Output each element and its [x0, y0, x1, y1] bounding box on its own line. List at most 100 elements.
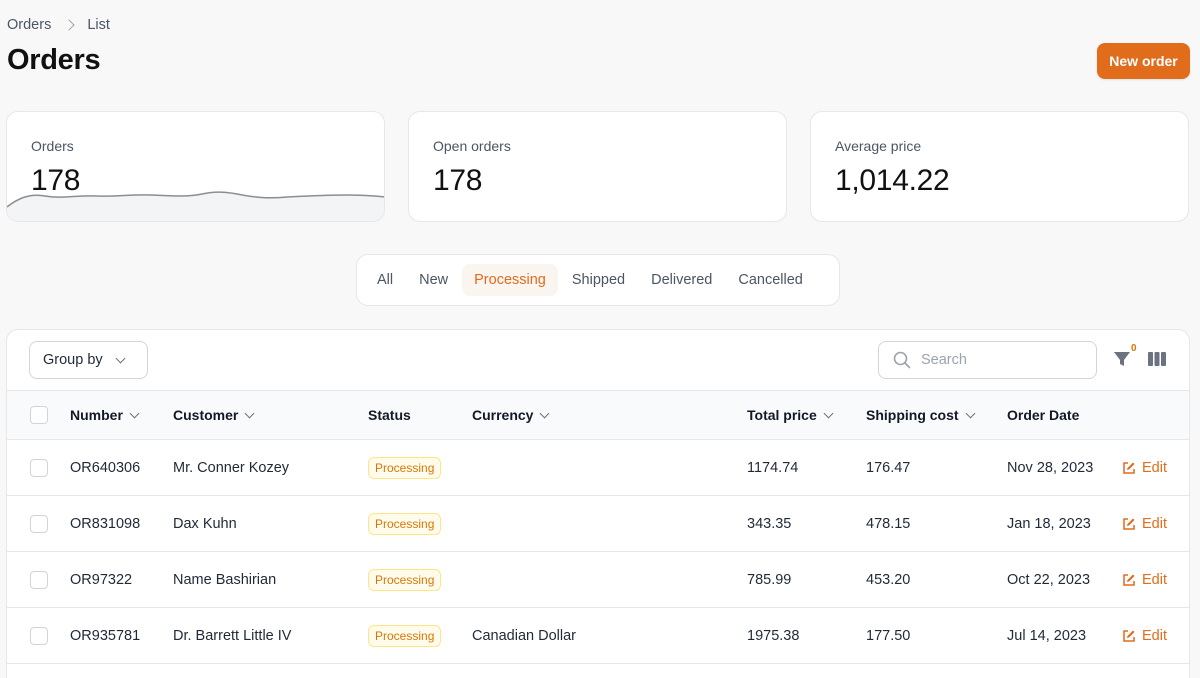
table-header: Number Customer Status Currency Total pr…: [7, 390, 1189, 440]
customer-name: Dr. Barrett Little IV: [173, 628, 292, 644]
group-by-label: Group by: [43, 352, 103, 368]
column-status: Status: [368, 391, 411, 439]
stat-card-orders: Orders 178: [6, 111, 385, 222]
column-label: Order Date: [1007, 407, 1080, 423]
customer-name: Name Bashirian: [173, 572, 277, 588]
edit-icon: [1123, 574, 1135, 586]
status-badge: Processing: [368, 569, 442, 591]
search-box: [878, 341, 1097, 379]
order-number: OR97322: [70, 572, 133, 588]
status-badge: Processing: [368, 457, 442, 479]
breadcrumb: Orders List: [7, 17, 110, 33]
shipping-cost: 177.50: [866, 628, 911, 644]
table-row[interactable]: OR640306 Mr. Conner Kozey Processing 117…: [7, 440, 1189, 496]
search-input[interactable]: [921, 352, 1081, 368]
column-label: Number: [70, 407, 123, 423]
chevron-down-icon: [129, 408, 140, 418]
stat-card-open-orders: Open orders 178: [408, 111, 787, 222]
column-label: Status: [368, 407, 411, 423]
column-currency[interactable]: Currency: [472, 391, 550, 439]
column-label: Shipping cost: [866, 407, 959, 423]
column-shipping-cost[interactable]: Shipping cost: [866, 391, 976, 439]
tab-all[interactable]: All: [365, 264, 405, 296]
chevron-down-icon: [115, 353, 126, 363]
row-checkbox[interactable]: [30, 459, 48, 477]
orders-sparkline: [7, 191, 384, 221]
filter-icon[interactable]: [1112, 349, 1132, 369]
order-date: Jan 18, 2023: [1007, 516, 1091, 532]
stat-label: Orders: [31, 138, 74, 154]
stat-label: Average price: [835, 138, 922, 154]
order-number: OR640306: [70, 460, 141, 476]
table-row[interactable]: OR97322 Name Bashirian Processing 785.99…: [7, 552, 1189, 608]
tab-processing[interactable]: Processing: [462, 264, 558, 296]
stat-label: Open orders: [433, 138, 511, 154]
edit-label: Edit: [1142, 572, 1167, 588]
total-price: 1174.74: [747, 460, 799, 476]
status-badge: Processing: [368, 625, 442, 647]
edit-label: Edit: [1142, 460, 1167, 476]
edit-button[interactable]: Edit: [1122, 552, 1167, 608]
order-number: OR935781: [70, 628, 141, 644]
currency: Canadian Dollar: [472, 628, 576, 644]
column-number[interactable]: Number: [70, 391, 140, 439]
chevron-down-icon: [965, 408, 976, 418]
row-checkbox[interactable]: [30, 571, 48, 589]
status-cell: Processing: [368, 608, 442, 664]
shipping-cost: 453.20: [866, 572, 911, 588]
row-checkbox[interactable]: [30, 627, 48, 645]
edit-button[interactable]: Edit: [1122, 608, 1167, 664]
order-date: Nov 28, 2023: [1007, 460, 1094, 476]
status-cell: Processing: [368, 440, 442, 496]
column-total-price[interactable]: Total price: [747, 391, 834, 439]
column-label: Total price: [747, 407, 817, 423]
order-date: Jul 14, 2023: [1007, 628, 1087, 644]
stat-card-average-price: Average price 1,014.22: [810, 111, 1189, 222]
table-row[interactable]: OR831098 Dax Kuhn Processing 343.35 478.…: [7, 496, 1189, 552]
filter-count-badge: 0: [1131, 343, 1137, 354]
status-badge: Processing: [368, 513, 442, 535]
total-price: 785.99: [747, 572, 792, 588]
edit-icon: [1123, 518, 1135, 530]
tab-cancelled[interactable]: Cancelled: [726, 264, 815, 296]
edit-button[interactable]: Edit: [1122, 496, 1167, 552]
new-order-button[interactable]: New order: [1097, 43, 1190, 79]
chevron-down-icon: [823, 408, 834, 418]
tab-delivered[interactable]: Delivered: [639, 264, 724, 296]
total-price: 343.35: [747, 516, 792, 532]
edit-button[interactable]: Edit: [1122, 440, 1167, 496]
tab-new[interactable]: New: [407, 264, 460, 296]
stat-value: 178: [433, 164, 483, 197]
order-number: OR831098: [70, 516, 141, 532]
column-label: Currency: [472, 407, 534, 423]
page-title: Orders: [7, 44, 101, 76]
status-cell: Processing: [368, 496, 442, 552]
chevron-down-icon: [244, 408, 255, 418]
edit-icon: [1123, 462, 1135, 474]
breadcrumb-list: List: [87, 17, 110, 33]
column-label: Customer: [173, 407, 239, 423]
customer-name: Mr. Conner Kozey: [173, 460, 290, 476]
stat-value: 1,014.22: [835, 164, 950, 197]
row-checkbox[interactable]: [30, 515, 48, 533]
orders-table-card: Group by 0 Number Customer Status Cu: [6, 329, 1190, 678]
customer-name: Dax Kuhn: [173, 516, 237, 532]
shipping-cost: 176.47: [866, 460, 911, 476]
search-icon: [893, 351, 911, 369]
group-by-select[interactable]: Group by: [29, 341, 148, 379]
edit-icon: [1123, 630, 1135, 642]
status-tabs: All New Processing Shipped Delivered Can…: [356, 254, 840, 306]
total-price: 1975.38: [747, 628, 800, 644]
chevron-down-icon: [540, 408, 550, 418]
order-date: Oct 22, 2023: [1007, 572, 1091, 588]
status-cell: Processing: [368, 552, 442, 608]
breadcrumb-orders[interactable]: Orders: [7, 17, 51, 33]
select-all-checkbox[interactable]: [30, 406, 48, 424]
chevron-right-icon: [63, 19, 75, 31]
table-row[interactable]: OR935781 Dr. Barrett Little IV Processin…: [7, 608, 1189, 664]
columns-icon[interactable]: [1147, 350, 1167, 368]
edit-label: Edit: [1142, 628, 1167, 644]
column-customer[interactable]: Customer: [173, 391, 255, 439]
edit-label: Edit: [1142, 516, 1167, 532]
tab-shipped[interactable]: Shipped: [560, 264, 637, 296]
